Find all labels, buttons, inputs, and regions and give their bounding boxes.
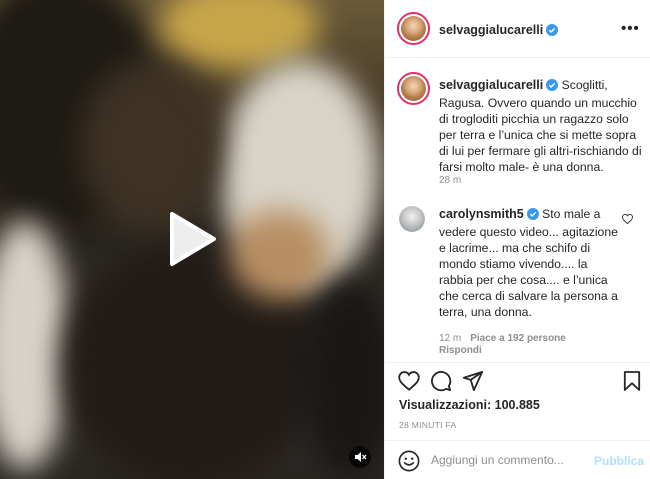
heart-icon[interactable] (398, 371, 420, 396)
avatar[interactable] (397, 72, 430, 105)
post-caption: selvaggialucarelli Scoglitti, Ragusa. Ov… (439, 77, 644, 175)
video-frame-shape (300, 280, 384, 479)
post-details-panel: selvaggialucarelli ••• selvaggialucarell… (384, 0, 650, 479)
post-timestamp[interactable]: 28 MINUTI FA (399, 420, 456, 430)
reply-button[interactable]: Rispondi (439, 345, 482, 356)
avatar[interactable] (399, 206, 425, 232)
comment: carolynsmith5 Sto male a vedere questo v… (439, 206, 619, 320)
verified-badge-icon (526, 208, 539, 224)
video-frame-shape (80, 60, 220, 230)
mute-icon[interactable] (349, 446, 371, 468)
more-options-icon[interactable]: ••• (621, 20, 640, 37)
post-author-username[interactable]: selvaggialucarelli (439, 23, 543, 37)
views-number: 100.885 (494, 398, 540, 412)
post-header: selvaggialucarelli ••• (385, 0, 650, 58)
publish-button[interactable]: Pubblica (594, 454, 644, 468)
video-player[interactable] (0, 0, 384, 479)
share-icon[interactable] (462, 370, 484, 397)
video-frame-shape (230, 210, 330, 300)
avatar[interactable] (397, 12, 430, 45)
verified-badge-icon (546, 79, 559, 95)
bookmark-icon[interactable] (623, 370, 641, 397)
comment-timestamp[interactable]: 12 m (439, 333, 461, 344)
caption-timestamp[interactable]: 28 m (439, 175, 461, 186)
comment-icon[interactable] (430, 370, 452, 397)
comment-likes[interactable]: Piace a 192 persone (470, 333, 566, 344)
verified-badge-icon (546, 23, 559, 41)
play-icon[interactable] (168, 210, 218, 268)
comment-composer: Pubblica (385, 440, 650, 479)
caption-text: Scoglitti, Ragusa. Ovvero quando un mucc… (439, 78, 642, 174)
post-actions (385, 362, 650, 363)
comment-text: Sto male a vedere questo video... agitaz… (439, 207, 618, 319)
view-count[interactable]: Visualizzazioni: 100.885 (399, 398, 540, 412)
comment-like-icon[interactable] (622, 211, 633, 229)
video-frame-shape (0, 220, 70, 470)
comment-meta: 12 m Piace a 192 persone (439, 333, 575, 344)
caption-username[interactable]: selvaggialucarelli (439, 78, 543, 92)
views-label: Visualizzazioni: (399, 398, 492, 412)
comment-username[interactable]: carolynsmith5 (439, 207, 524, 221)
comment-input[interactable] (431, 453, 581, 467)
emoji-icon[interactable] (398, 450, 420, 477)
